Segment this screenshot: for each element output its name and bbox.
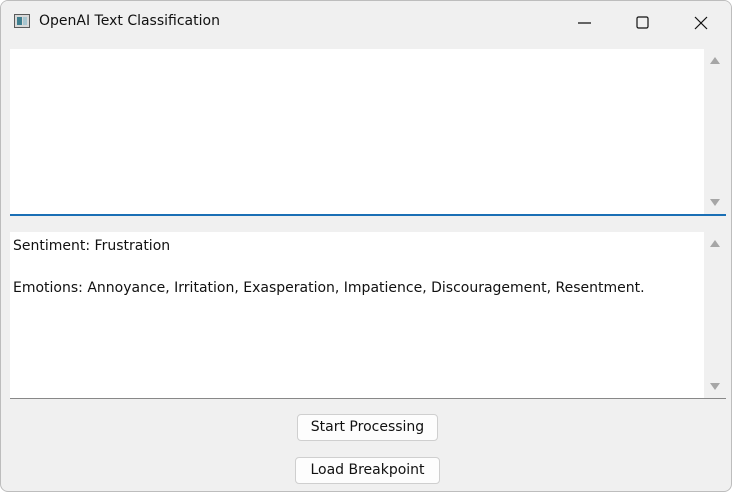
- emotions-line: Emotions: Annoyance, Irritation, Exasper…: [13, 280, 645, 296]
- input-text-area[interactable]: [10, 49, 726, 216]
- close-button[interactable]: [672, 1, 730, 45]
- title-bar[interactable]: OpenAI Text Classification: [1, 1, 731, 45]
- output-text: Sentiment: Frustration Emotions: Annoyan…: [13, 236, 700, 299]
- output-text-area[interactable]: Sentiment: Frustration Emotions: Annoyan…: [10, 232, 726, 399]
- load-breakpoint-button[interactable]: Load Breakpoint: [295, 457, 440, 484]
- scroll-down-icon[interactable]: [710, 199, 720, 206]
- output-scrollbar[interactable]: [704, 232, 726, 398]
- input-scrollbar[interactable]: [704, 49, 726, 214]
- app-window: OpenAI Text Classification Sentiment: Fr…: [0, 0, 732, 492]
- minimize-button[interactable]: [556, 1, 614, 45]
- scroll-down-icon[interactable]: [710, 383, 720, 390]
- window-title: OpenAI Text Classification: [39, 13, 220, 29]
- close-icon: [694, 16, 708, 30]
- scroll-up-icon[interactable]: [710, 57, 720, 64]
- scroll-up-icon[interactable]: [710, 240, 720, 247]
- minimize-icon: [578, 22, 591, 24]
- sentiment-line: Sentiment: Frustration: [13, 238, 171, 254]
- app-window-icon: [14, 14, 30, 28]
- start-processing-button[interactable]: Start Processing: [297, 414, 438, 441]
- maximize-button[interactable]: [614, 1, 672, 45]
- maximize-icon: [636, 16, 649, 29]
